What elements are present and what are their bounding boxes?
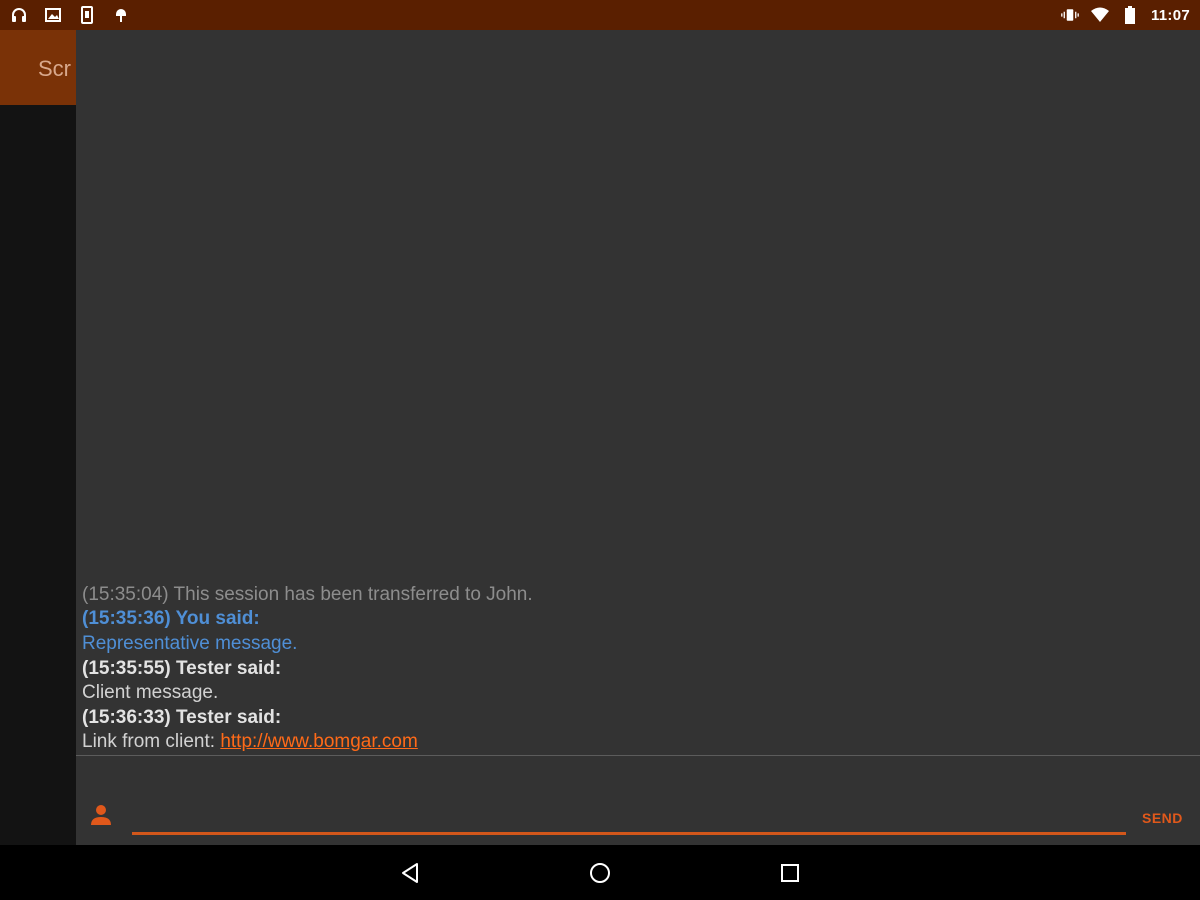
chat-log[interactable]: (15:35:04) This session has been transfe… [82,583,1182,755]
status-left-icons [10,6,130,24]
message-input[interactable] [132,802,1126,835]
background-toolbar-title: Scr [38,56,71,81]
client-message-body: Client message. [82,682,219,704]
image-icon [44,6,62,24]
client-link-message: Link from client: http://www.bomgar.com [82,730,1182,755]
wifi-icon [1090,6,1109,24]
link-prefix: Link from client: [82,731,221,753]
status-clock: 11:07 [1150,6,1190,24]
rep-message-body: Representative message. [82,633,298,655]
battery-icon [1121,6,1139,24]
recents-icon[interactable] [776,859,804,887]
vibrate-icon [1061,6,1079,24]
client-message-header: (15:36:33) Tester said: [82,706,282,728]
android-debug-icon [112,6,130,24]
client-message-header: (15:35:55) Tester said: [82,657,282,679]
client-link[interactable]: http://www.bomgar.com [220,731,417,752]
message-input-row: SEND [76,800,1200,845]
chat-panel: (15:35:04) This session has been transfe… [76,30,1200,845]
status-bar: 11:07 [0,0,1200,30]
person-icon [90,804,112,828]
system-message: (15:35:04) This session has been transfe… [82,583,533,605]
home-icon[interactable] [586,859,614,887]
screen: 11:07 Scr (15:35:04) This session has be… [0,0,1200,900]
back-icon[interactable] [396,859,424,887]
phone-icon [78,6,96,24]
navigation-bar [0,845,1200,900]
status-right-icons: 11:07 [1061,6,1190,24]
input-divider [76,755,1200,756]
rep-message-header: (15:35:36) You said: [82,608,260,630]
send-button[interactable]: SEND [1138,806,1187,830]
headphones-icon [10,6,28,24]
